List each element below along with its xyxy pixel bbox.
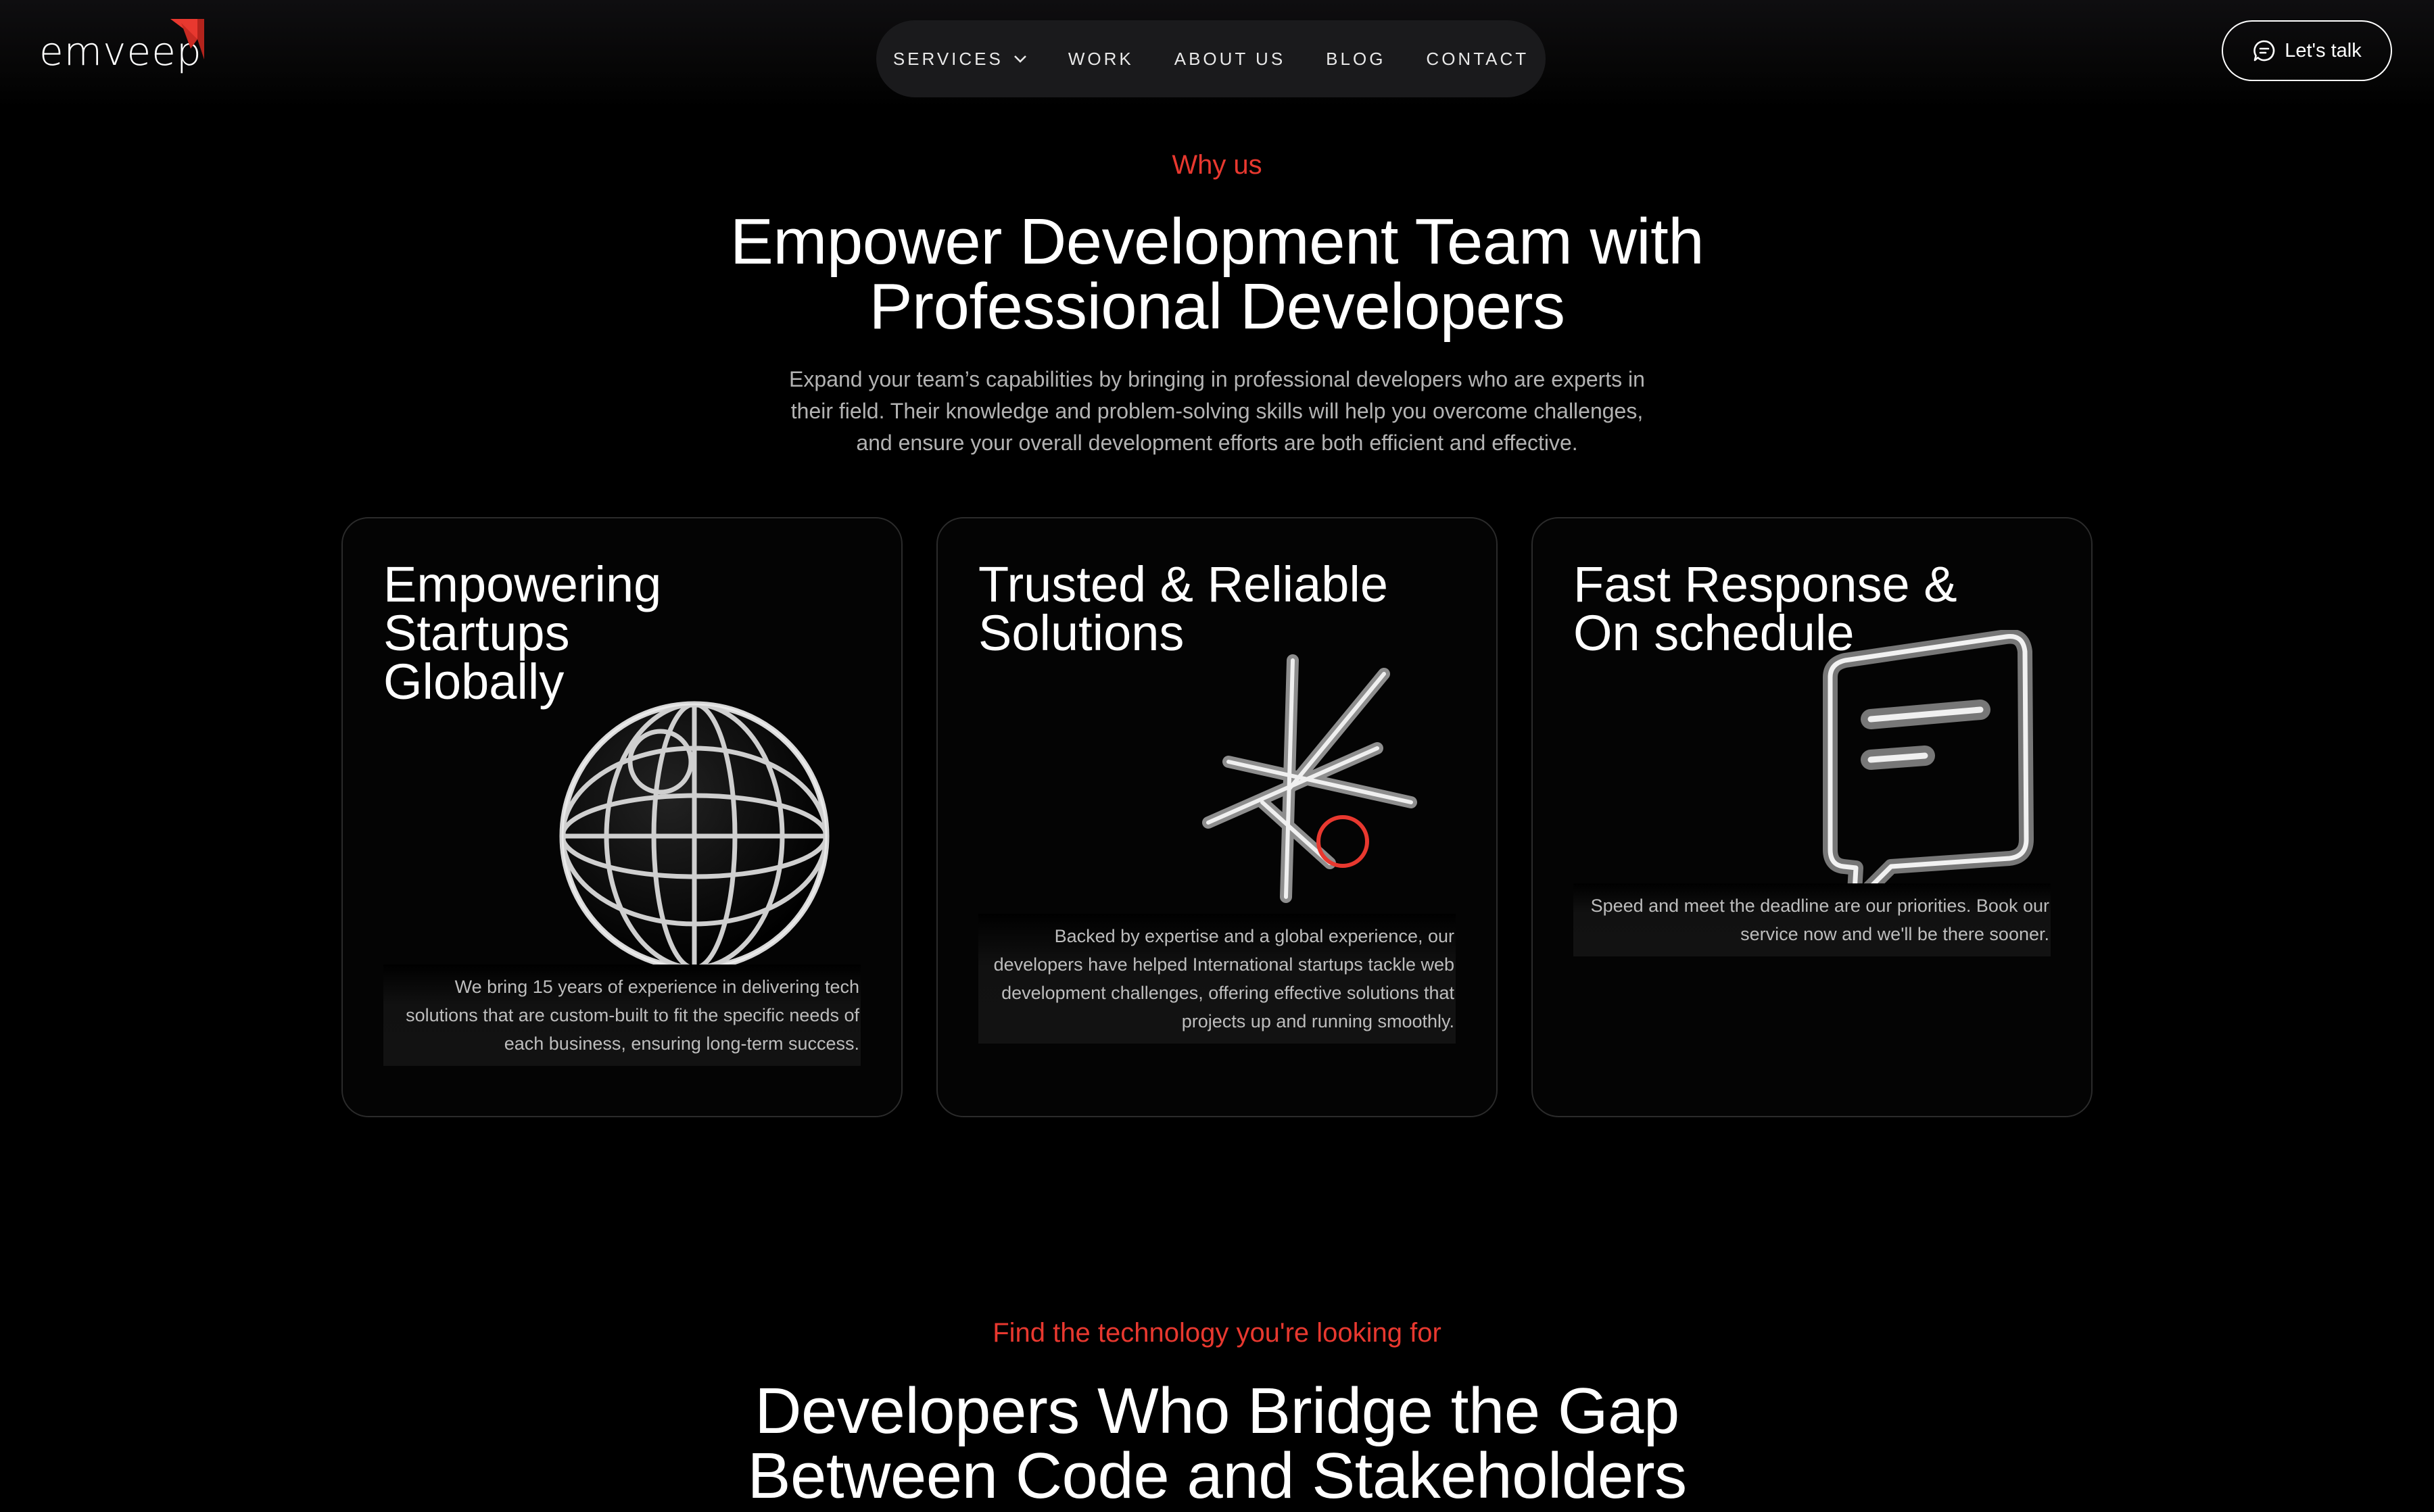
card-description: Speed and meet the deadline are our prio… bbox=[1573, 883, 2051, 956]
feature-card-trusted: Trusted & Reliable Solutions Backed by e… bbox=[936, 517, 1498, 1117]
card-title-line: Empowering bbox=[383, 556, 662, 612]
nav-contact-label: CONTACT bbox=[1426, 48, 1529, 69]
logo[interactable]: emveep bbox=[39, 19, 215, 80]
card-title: Fast Response & On schedule bbox=[1573, 560, 2047, 658]
why-us-description: Expand your team’s capabilities by bring… bbox=[789, 367, 1645, 455]
technology-title-line1: Developers Who Bridge the Gap bbox=[755, 1375, 1679, 1447]
nav-about-us[interactable]: ABOUT US bbox=[1174, 49, 1285, 70]
card-title: Trusted & Reliable Solutions bbox=[978, 560, 1452, 658]
chat-bubble-icon bbox=[2253, 40, 2275, 62]
why-us-title-line1: Empower Development Team with bbox=[730, 205, 1704, 278]
nav-work-label: WORK bbox=[1068, 48, 1134, 69]
nav-services-label: SERVICES bbox=[892, 48, 1003, 69]
lets-talk-button[interactable]: Let's talk bbox=[2222, 20, 2392, 81]
technology-title: Developers Who Bridge the Gap Between Co… bbox=[608, 1379, 1826, 1509]
main-nav: SERVICES WORK ABOUT US BLOG CONTACT bbox=[876, 20, 1546, 97]
why-us-title-line2: Professional Developers bbox=[869, 270, 1565, 343]
card-title: Empowering Startups Globally bbox=[383, 560, 857, 707]
lets-talk-label: Let's talk bbox=[2285, 39, 2362, 62]
card-title-line: Startups bbox=[383, 605, 570, 661]
star-burst-icon bbox=[1202, 654, 1417, 903]
nav-work[interactable]: WORK bbox=[1068, 49, 1134, 70]
card-description: Backed by expertise and a global experie… bbox=[978, 914, 1456, 1044]
feature-card-fast-response: Fast Response & On schedule Speed and me… bbox=[1531, 517, 2093, 1117]
nav-blog[interactable]: BLOG bbox=[1326, 49, 1385, 70]
why-us-eyebrow: Why us bbox=[1172, 150, 1262, 180]
message-bubble-icon bbox=[1823, 630, 2034, 911]
chevron-down-icon bbox=[1013, 55, 1026, 63]
nav-contact[interactable]: CONTACT bbox=[1426, 49, 1529, 70]
card-title-line: On schedule bbox=[1573, 605, 1855, 661]
logo-mark-icon bbox=[170, 19, 204, 59]
why-us-title: Empower Development Team with Profession… bbox=[608, 210, 1826, 339]
nav-services[interactable]: SERVICES bbox=[893, 49, 1028, 70]
card-title-line: Solutions bbox=[978, 605, 1185, 661]
card-title-line: Trusted & Reliable bbox=[978, 556, 1388, 612]
technology-title-line2: Between Code and Stakeholders bbox=[747, 1440, 1687, 1512]
card-title-line: Globally bbox=[383, 654, 565, 710]
nav-about-us-label: ABOUT US bbox=[1174, 48, 1286, 69]
globe-icon bbox=[559, 701, 830, 971]
card-description: We bring 15 years of experience in deliv… bbox=[383, 965, 861, 1066]
feature-card-startups: Empowering Startups Globally We bring 15… bbox=[341, 517, 903, 1117]
nav-blog-label: BLOG bbox=[1326, 48, 1386, 69]
technology-eyebrow: Find the technology you're looking for bbox=[993, 1318, 1441, 1348]
card-title-line: Fast Response & bbox=[1573, 556, 1957, 612]
